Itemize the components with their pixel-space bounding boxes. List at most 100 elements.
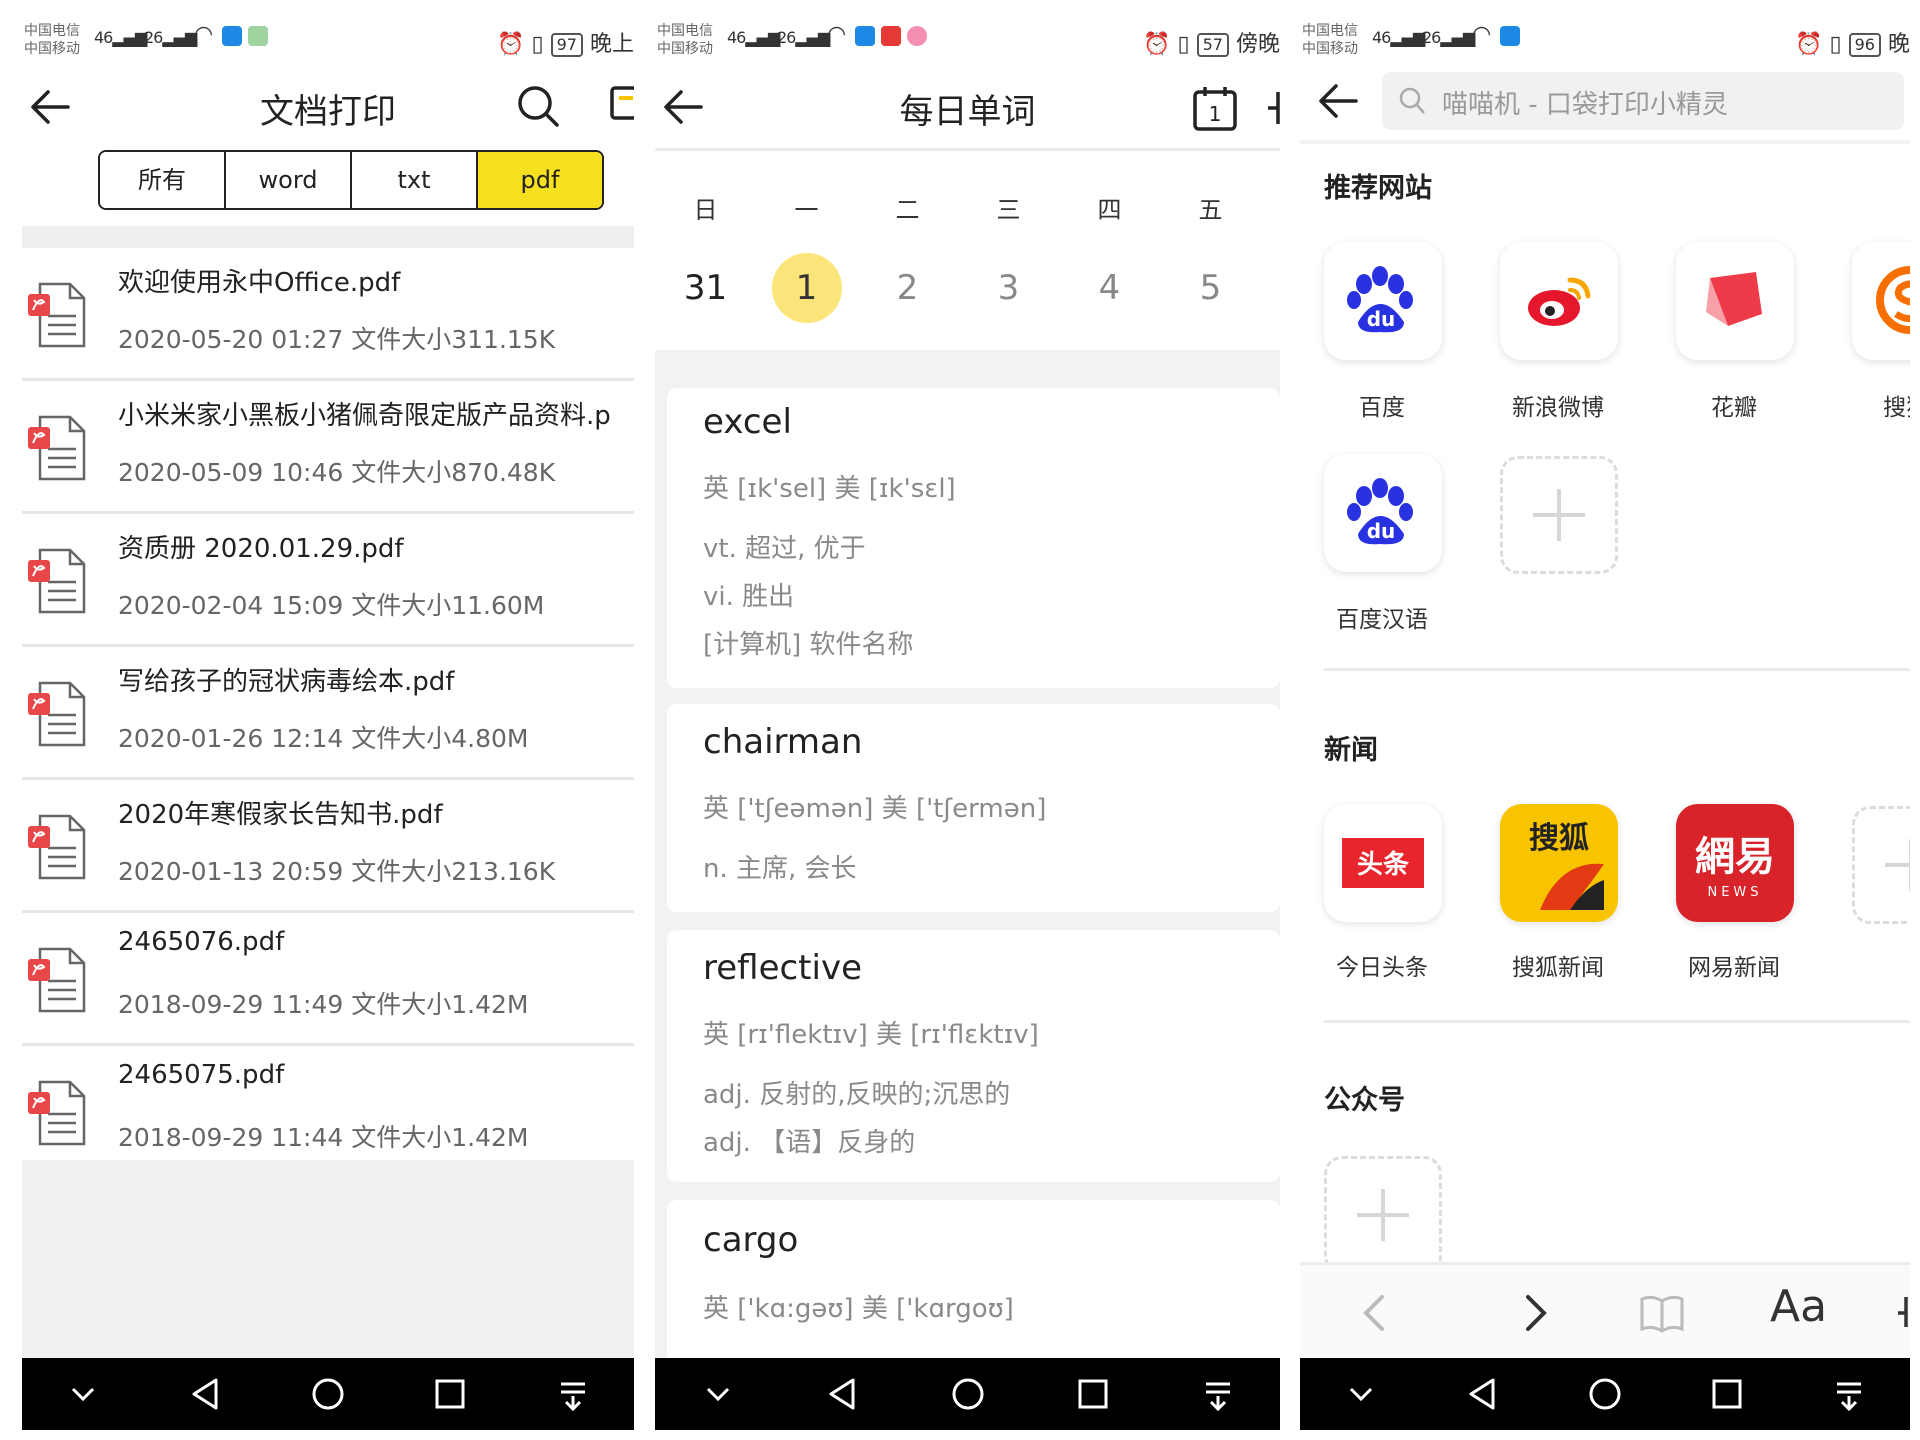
alarm-icon: ⏰ [1143, 32, 1171, 57]
date-number: 5 [1199, 268, 1222, 308]
file-meta: 2018-09-29 11:44 文件大小1.42M [118, 1118, 528, 1154]
news-tile-toutiao[interactable]: 头条 [1324, 804, 1442, 922]
nav-collapse-icon[interactable] [1339, 1372, 1383, 1416]
date-cell[interactable]: 4 [1059, 250, 1160, 326]
tab-word[interactable]: word [226, 152, 352, 208]
file-size: 文件大小11.60M [351, 591, 545, 620]
date-cell-selected[interactable]: 1 [756, 250, 857, 326]
site-tile-huaban[interactable] [1676, 242, 1794, 360]
pdf-file-icon [28, 681, 86, 747]
nav-home-icon[interactable] [946, 1372, 990, 1416]
pdf-file-icon [28, 947, 86, 1013]
search-bar[interactable]: 喵喵机 - 口袋打印小精灵 [1382, 72, 1904, 130]
search-input[interactable]: 喵喵机 - 口袋打印小精灵 [1442, 84, 1728, 121]
nav-notification-icon[interactable] [1827, 1372, 1871, 1416]
date-number: 3 [997, 268, 1020, 308]
app-notification-icon [1500, 26, 1520, 46]
nav-back-icon[interactable] [184, 1372, 228, 1416]
weibo-icon [1528, 277, 1591, 326]
file-row[interactable]: 小米米家小黑板小猪佩奇限定版产品资料.p 2020-05-09 10:46 文件大… [22, 381, 634, 514]
news-tile-sohu[interactable]: 搜狐 [1500, 804, 1618, 922]
section-title-recommended: 推荐网站 [1324, 173, 1432, 204]
file-row[interactable]: 资质册 2020.01.29.pdf 2020-02-04 15:09 文件大小1… [22, 514, 634, 647]
file-list: 欢迎使用永中Office.pdf 2020-05-20 01:27 文件大小311… [22, 248, 634, 1179]
vibrate-icon: ▯ [1177, 32, 1190, 57]
word-definition: [计算机] 软件名称 [703, 630, 914, 660]
nav-back-icon[interactable] [1461, 1372, 1505, 1416]
nav-back-icon[interactable] [821, 1372, 865, 1416]
date-row: 31 1 2 3 4 5 [655, 250, 1280, 326]
svg-text:網易: 網易 [1695, 833, 1775, 880]
date-cell[interactable]: 3 [958, 250, 1059, 326]
back-arrow-icon[interactable] [1314, 76, 1364, 126]
app-notification-icon-3 [907, 26, 927, 46]
scan-icon[interactable] [608, 84, 634, 124]
site-tile-baidu-hanyu[interactable]: du [1324, 454, 1442, 572]
browser-back-icon[interactable] [1350, 1287, 1402, 1339]
word-card-chairman[interactable]: chairman 英 ['tʃeəmən] 美 ['tʃermən] n. 主席… [667, 704, 1280, 912]
pdf-file-icon [28, 282, 86, 348]
file-name: 2465075.pdf [118, 1060, 285, 1090]
tab-txt[interactable]: txt [352, 152, 478, 208]
nav-home-icon[interactable] [306, 1372, 350, 1416]
nav-collapse-icon[interactable] [696, 1372, 740, 1416]
add-official-account-button[interactable] [1324, 1156, 1442, 1274]
section-divider [1324, 668, 1910, 671]
list-empty-area [22, 1160, 634, 1360]
site-label: 百度 [1359, 395, 1405, 421]
date-number: 2 [896, 268, 919, 308]
file-name: 欢迎使用永中Office.pdf [118, 268, 401, 298]
search-icon[interactable] [516, 84, 560, 128]
plus-icon [1885, 839, 1910, 891]
svg-text:搜狐: 搜狐 [1529, 821, 1589, 856]
pdf-file-icon [28, 548, 86, 614]
word-card-reflective[interactable]: reflective 英 [rɪ'flektɪv] 美 [rɪ'flɛktɪv]… [667, 930, 1280, 1182]
site-label: 搜狗| [1883, 395, 1910, 421]
date-cell[interactable]: 5 [1160, 250, 1261, 326]
browser-forward-icon[interactable] [1508, 1287, 1560, 1339]
add-site-button[interactable] [1500, 456, 1618, 574]
word-card-excel[interactable]: excel 英 [ɪk'sel] 美 [ɪk'sɛl] vt. 超过, 优于 v… [667, 388, 1280, 688]
nav-notification-icon[interactable] [1196, 1372, 1240, 1416]
tab-all[interactable]: 所有 [100, 152, 226, 208]
file-meta: 2020-01-26 12:14 文件大小4.80M [118, 719, 528, 755]
time-label: 晚 [1887, 32, 1910, 57]
share-icon[interactable] [1266, 88, 1280, 128]
date-number: 31 [683, 268, 728, 308]
section-title-official: 公众号 [1324, 1085, 1405, 1116]
file-meta: 2020-05-20 01:27 文件大小311.15K [118, 320, 555, 356]
file-row[interactable]: 欢迎使用永中Office.pdf 2020-05-20 01:27 文件大小311… [22, 248, 634, 381]
nav-recents-icon[interactable] [428, 1372, 472, 1416]
bookmarks-book-icon[interactable] [1636, 1287, 1688, 1339]
more-icon[interactable] [1896, 1287, 1910, 1339]
tab-pdf[interactable]: pdf [478, 152, 602, 208]
time-label: 傍晚 [1235, 32, 1280, 57]
svg-text:du: du [1367, 307, 1396, 331]
date-cell[interactable]: 2 [857, 250, 958, 326]
site-tile-sogou[interactable] [1852, 242, 1910, 360]
file-row[interactable]: 2465076.pdf 2018-09-29 11:49 文件大小1.42M [22, 913, 634, 1046]
calendar-icon[interactable]: 1 [1192, 84, 1238, 132]
search-icon [1399, 87, 1425, 114]
daily-words-screen: 中国电信 中国移动 46▂▄▆ 26▂▄▆ ◠ ⏰ ▯ 57 傍晚 每日单词 1… [655, 0, 1280, 1440]
time-label: 晚上 [589, 32, 634, 57]
nav-collapse-icon[interactable] [61, 1372, 105, 1416]
browser-screen: 中国电信 中国移动 46▂▄▆ 26▂▄▆ ◠ ⏰ ▯ 96 晚 喵喵机 - 口… [1300, 0, 1910, 1440]
nav-recents-icon[interactable] [1705, 1372, 1749, 1416]
news-tile-netease[interactable]: 網易 NEWS [1676, 804, 1794, 922]
nav-recents-icon[interactable] [1071, 1372, 1115, 1416]
date-cell[interactable]: 31 [655, 250, 756, 326]
word-title: excel [703, 402, 792, 442]
file-row[interactable]: 写给孩子的冠状病毒绘本.pdf 2020-01-26 12:14 文件大小4.80… [22, 647, 634, 780]
file-row[interactable]: 2020年寒假家长告知书.pdf 2020-01-13 20:59 文件大小213… [22, 780, 634, 913]
nav-home-icon[interactable] [1583, 1372, 1627, 1416]
site-tile-baidu[interactable]: du [1324, 242, 1442, 360]
site-tile-weibo[interactable] [1500, 242, 1618, 360]
add-news-button[interactable] [1852, 806, 1910, 924]
file-size: 文件大小4.80M [351, 724, 529, 753]
word-title: reflective [703, 948, 862, 988]
news-label: 搜狐新闻 [1512, 955, 1604, 981]
file-name: 小米米家小黑板小猪佩奇限定版产品资料.p [118, 401, 611, 431]
font-size-button[interactable]: Aa [1770, 1281, 1827, 1332]
nav-notification-icon[interactable] [551, 1372, 595, 1416]
